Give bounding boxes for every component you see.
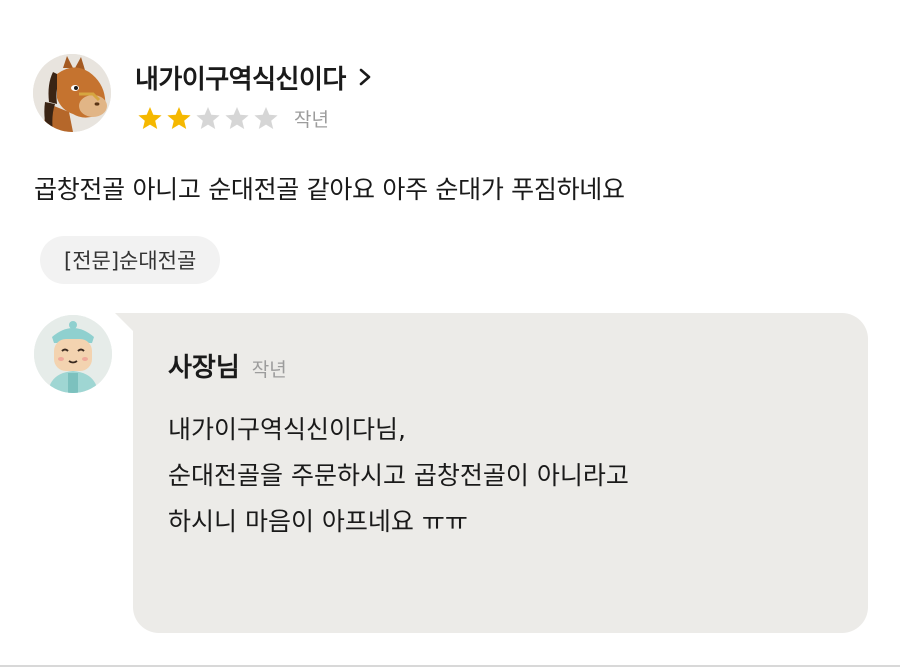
reviewer-profile-link[interactable]: 내가이구역식신이다	[135, 59, 372, 95]
owner-avatar	[34, 315, 112, 393]
chevron-right-icon	[358, 67, 372, 87]
horse-avatar-icon	[33, 54, 111, 132]
star-empty-icon	[194, 105, 222, 131]
star-filled-icon	[136, 105, 164, 131]
owner-name: 사장님	[168, 353, 240, 383]
review-date: 작년	[294, 108, 329, 131]
reviewer-avatar[interactable]	[33, 54, 111, 132]
star-filled-icon	[165, 105, 193, 131]
reply-bubble-tail	[115, 313, 135, 333]
owner-header: 사장님 작년	[168, 347, 287, 387]
star-rating	[136, 105, 280, 131]
menu-tag[interactable]: [전문]순대전골	[40, 236, 221, 284]
star-empty-icon	[223, 105, 251, 131]
owner-character-icon	[34, 315, 112, 393]
review-card: 내가이구역식신이다 작년 곱창전골 아니고 순대전골 같아요 아주 순대가 푸짐…	[0, 0, 900, 669]
review-text: 곱창전골 아니고 순대전골 같아요 아주 순대가 푸짐하네요	[34, 175, 625, 204]
reply-date: 작년	[251, 359, 287, 381]
bottom-divider	[0, 665, 900, 667]
star-empty-icon	[252, 105, 280, 131]
owner-reply-text: 내가이구역식신이다님, 순대전골을 주문하시고 곱창전골이 아니라고 하시니 마…	[168, 415, 629, 536]
reviewer-username: 내가이구역식신이다	[135, 64, 346, 95]
rating-row: 작년	[136, 104, 329, 132]
